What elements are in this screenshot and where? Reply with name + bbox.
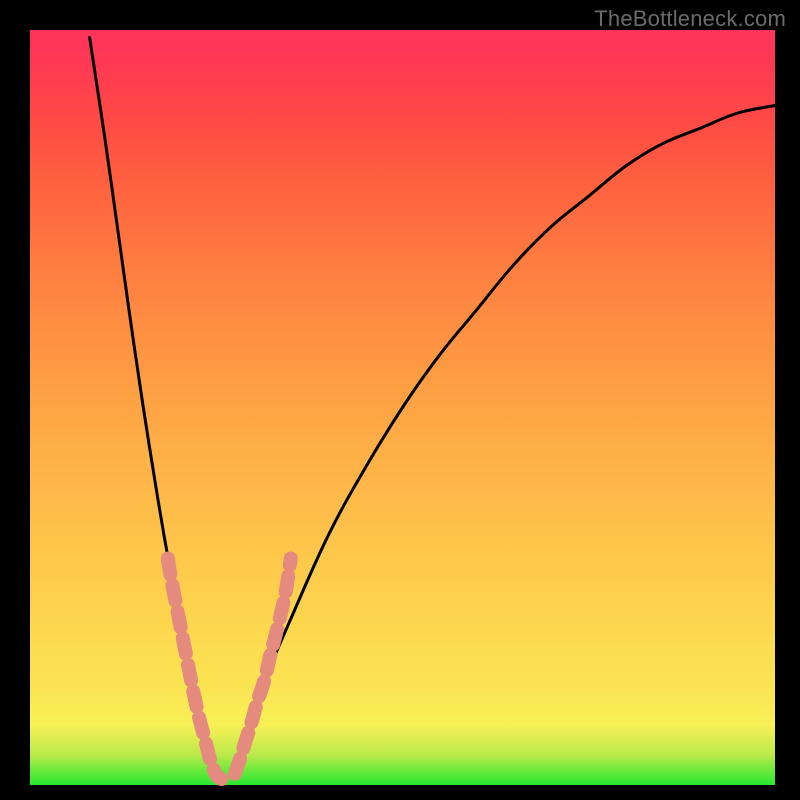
right-branch-curve [231, 106, 775, 778]
right-branch-highlight [235, 559, 291, 774]
plot-area [30, 30, 775, 785]
watermark-text: TheBottleneck.com [594, 6, 786, 32]
chart-root: TheBottleneck.com [0, 0, 800, 800]
left-branch-curve [90, 38, 217, 778]
left-branch-highlight [168, 559, 222, 780]
curve-layer [30, 30, 775, 785]
